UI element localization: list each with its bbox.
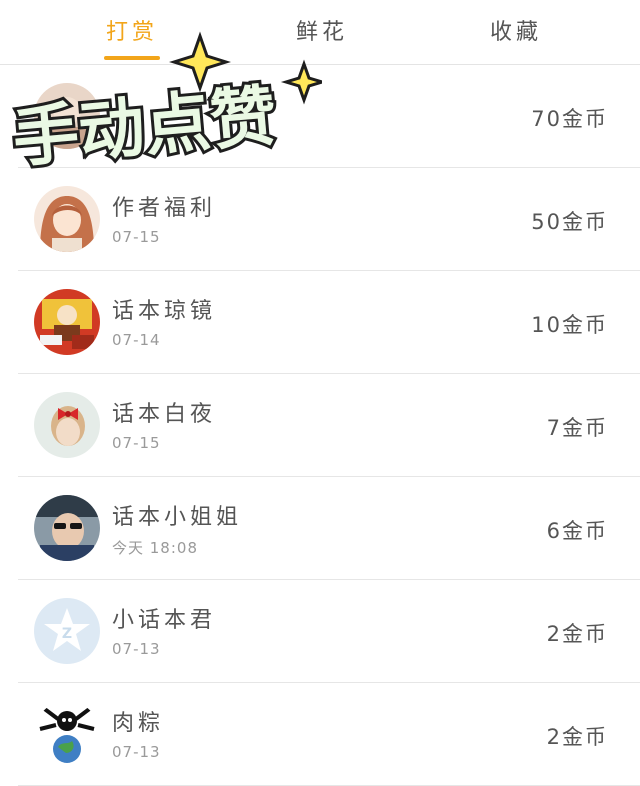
anime-girl-avatar — [34, 186, 100, 252]
reward-date: 07-13 — [112, 743, 161, 761]
avatar-partially-covered — [34, 83, 100, 149]
list-item[interactable]: 70金币 — [18, 65, 640, 168]
active-tab-indicator — [104, 56, 160, 60]
reward-amount: 50金币 — [531, 210, 608, 234]
default-star-avatar: Z — [34, 598, 100, 664]
reward-amount: 2金币 — [546, 725, 608, 749]
tab-favorites-label: 收藏 — [489, 20, 542, 45]
girl-red-bow-avatar — [34, 392, 100, 458]
user-name: 话本琼镜 — [112, 299, 217, 324]
reward-amount: 10金币 — [531, 313, 608, 337]
list-item[interactable]: 肉粽 07-13 2金币 — [18, 683, 640, 786]
list-item[interactable]: 话本琼镜 07-14 10金币 — [18, 271, 640, 374]
user-name: 话本小姐姐 — [112, 505, 243, 530]
user-name: 小话本君 — [112, 608, 217, 633]
user-name: 作者福利 — [112, 196, 217, 221]
reward-list: 70金币 作者福利 07-15 50金币 话本琼镜 07-14 10金币 话本白… — [0, 65, 640, 786]
tab-reward[interactable]: 打赏 — [104, 14, 160, 60]
svg-text:Z: Z — [62, 626, 72, 642]
tab-favorites[interactable]: 收藏 — [486, 14, 546, 54]
user-name: 话本白夜 — [112, 402, 217, 427]
reward-date: 07-15 — [112, 228, 161, 246]
list-item[interactable]: 作者福利 07-15 50金币 — [18, 168, 640, 271]
tab-flowers-label: 鲜花 — [295, 20, 348, 45]
cartoon-globe-avatar — [34, 701, 100, 767]
tab-bar: 打赏 鲜花 收藏 — [0, 0, 640, 65]
reward-date: 07-15 — [112, 434, 161, 452]
tab-flowers[interactable]: 鲜花 — [292, 14, 352, 54]
reward-amount: 70金币 — [531, 107, 608, 131]
reward-date: 今天 18:08 — [112, 539, 198, 557]
reward-date: 07-13 — [112, 640, 161, 658]
reward-amount: 2金币 — [546, 622, 608, 646]
tab-reward-label: 打赏 — [105, 20, 158, 45]
list-item[interactable]: 话本白夜 07-15 7金币 — [18, 374, 640, 477]
list-item[interactable]: Z 小话本君 07-13 2金币 — [18, 580, 640, 683]
user-name: 肉粽 — [112, 711, 165, 736]
reward-amount: 7金币 — [546, 416, 608, 440]
list-item[interactable]: 话本小姐姐 今天 18:08 6金币 — [18, 477, 640, 580]
reward-amount: 6金币 — [546, 519, 608, 543]
reward-date: 07-14 — [112, 331, 161, 349]
illustration-avatar — [34, 289, 100, 355]
sunglasses-avatar — [34, 495, 100, 561]
